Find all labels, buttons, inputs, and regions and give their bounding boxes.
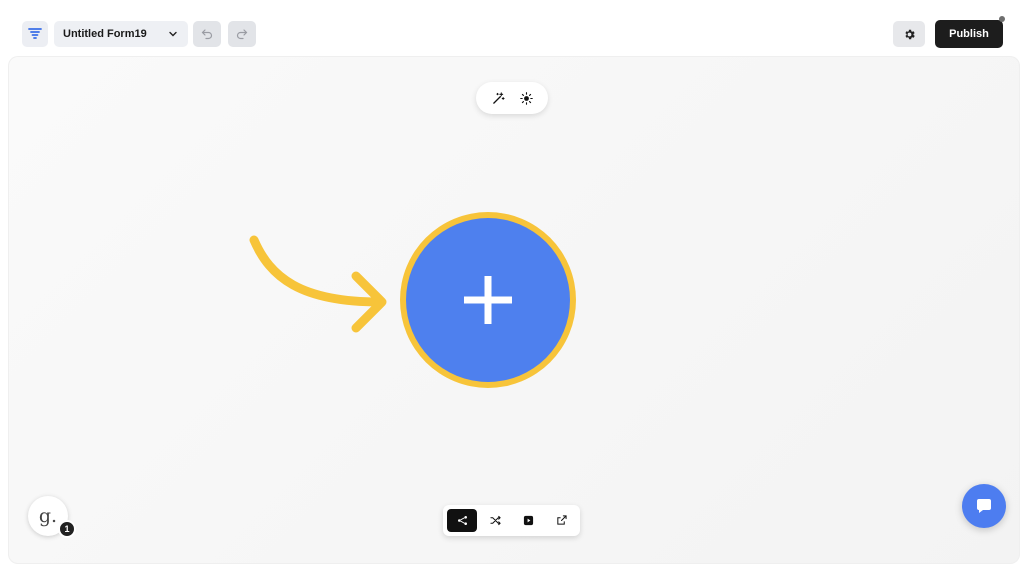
publish-button[interactable]: Publish xyxy=(935,20,1003,48)
chat-bubble-icon xyxy=(977,499,991,513)
undo-icon xyxy=(201,29,213,40)
flow-icon xyxy=(457,516,467,525)
share-icon xyxy=(556,515,567,525)
magic-wand-icon[interactable] xyxy=(488,88,508,108)
settings-button[interactable] xyxy=(893,21,925,47)
form-title: Untitled Form19 xyxy=(63,28,147,40)
add-question-button[interactable] xyxy=(406,218,570,382)
redo-button[interactable] xyxy=(228,21,256,47)
share-view-button[interactable] xyxy=(546,509,576,532)
undo-button[interactable] xyxy=(193,21,221,47)
play-icon xyxy=(523,515,533,526)
funnel-logo-icon[interactable] xyxy=(22,21,48,47)
form-name-dropdown[interactable]: Untitled Form19 xyxy=(54,21,188,47)
view-toolbar xyxy=(443,505,580,536)
sun-icon[interactable] xyxy=(516,88,536,108)
flow-view-button[interactable] xyxy=(447,509,477,532)
status-dot xyxy=(999,16,1005,22)
preview-view-button[interactable] xyxy=(513,509,543,532)
highlight-arrow xyxy=(249,235,387,333)
top-bar: Untitled Form19 Publish xyxy=(0,0,1024,56)
plus-icon xyxy=(464,276,512,324)
theme-toolbar xyxy=(476,82,548,114)
chevron-down-icon xyxy=(167,28,179,40)
notification-badge: 1 xyxy=(58,520,76,538)
chat-support-button[interactable] xyxy=(962,484,1006,528)
add-question-highlight xyxy=(400,212,576,388)
gear-icon xyxy=(904,29,915,39)
shuffle-icon xyxy=(489,515,501,526)
logic-view-button[interactable] xyxy=(480,509,510,532)
redo-icon xyxy=(236,29,248,40)
